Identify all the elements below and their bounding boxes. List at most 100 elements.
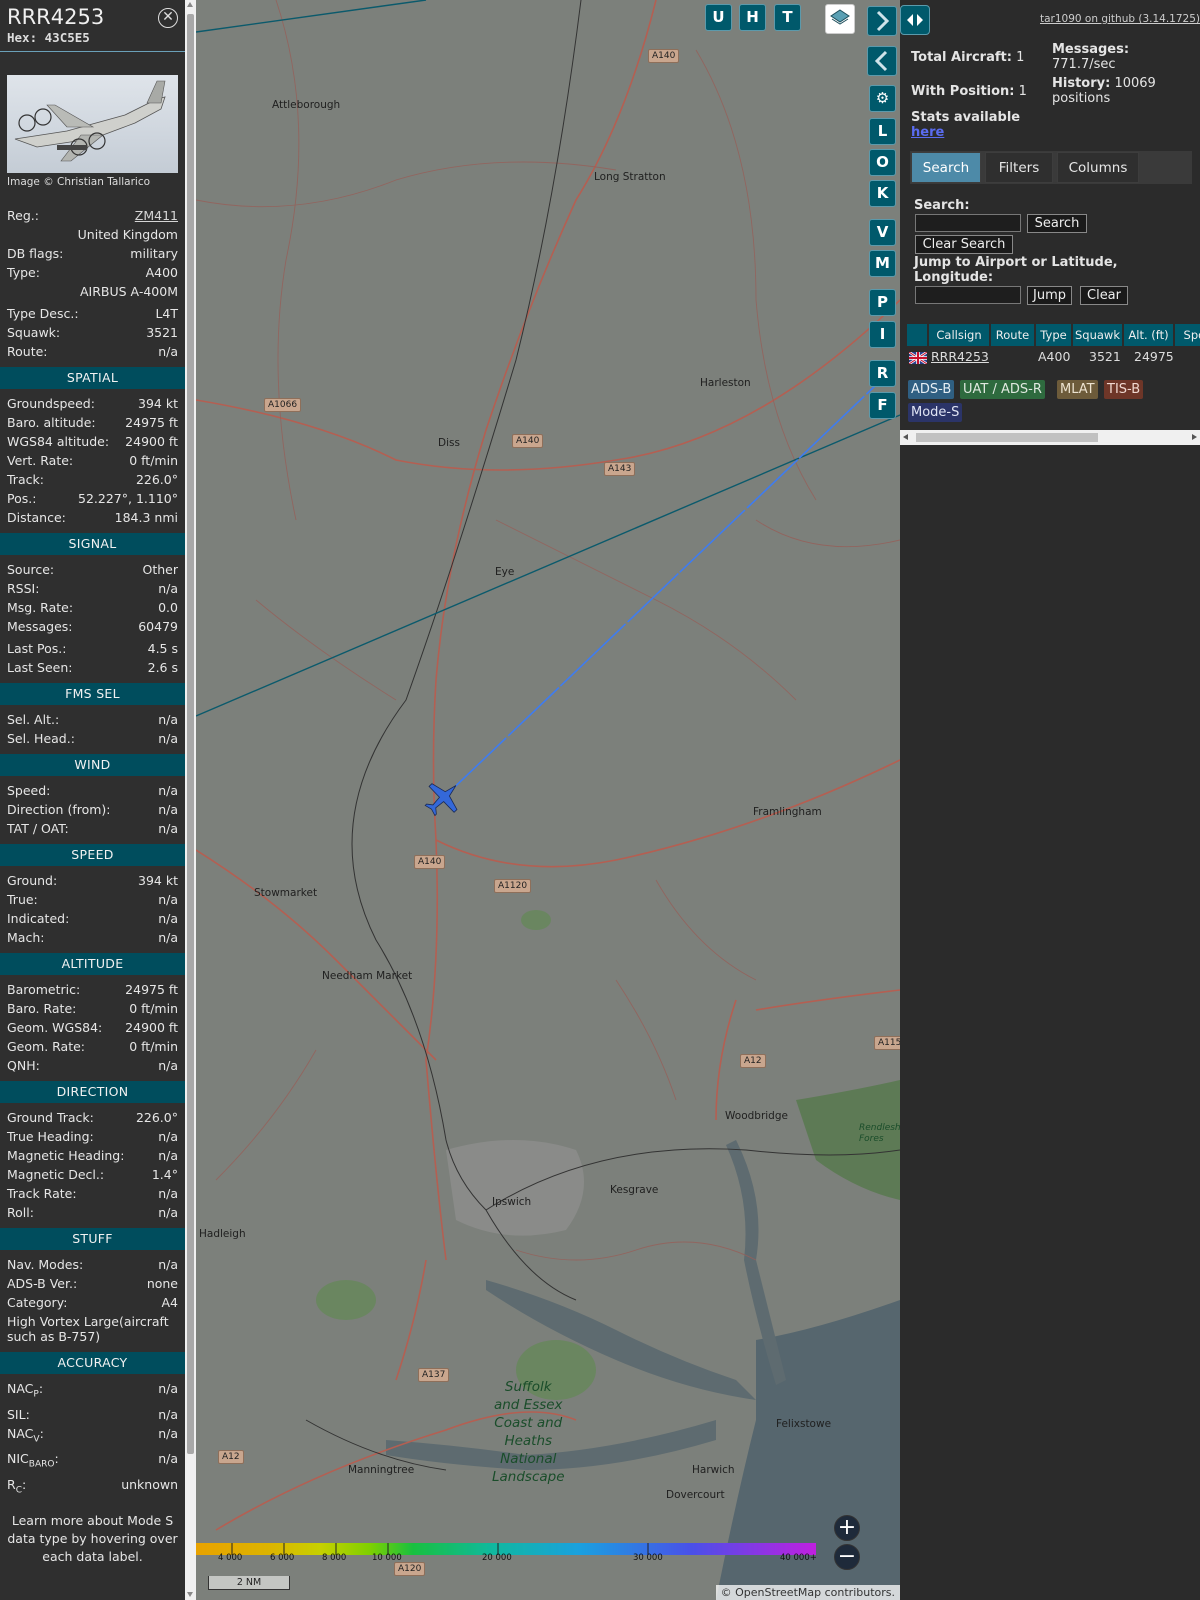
- tab-search[interactable]: Search: [911, 152, 981, 183]
- detail-label[interactable]: Geom. Rate:: [7, 1037, 85, 1056]
- scroll-thumb[interactable]: [187, 14, 194, 1454]
- detail-label[interactable]: ADS-B Ver.:: [7, 1274, 77, 1293]
- button-i[interactable]: I: [869, 321, 896, 348]
- expand-right-icon[interactable]: [867, 6, 897, 36]
- jump-button[interactable]: Jump: [1027, 286, 1072, 305]
- detail-label[interactable]: Route:: [7, 342, 48, 361]
- scroll-up-arrow-icon[interactable]: [187, 2, 193, 7]
- table-header-speed[interactable]: Spd: [1175, 324, 1200, 346]
- clear-search-button[interactable]: Clear Search: [915, 235, 1013, 254]
- layers-icon[interactable]: [825, 4, 855, 34]
- detail-label[interactable]: Sel. Alt.:: [7, 710, 59, 729]
- detail-label[interactable]: Speed:: [7, 781, 50, 800]
- button-v[interactable]: V: [869, 219, 896, 246]
- detail-label[interactable]: True:: [7, 890, 38, 909]
- detail-label[interactable]: Msg. Rate:: [7, 598, 73, 617]
- detail-label[interactable]: Pos.:: [7, 489, 36, 508]
- detail-label[interactable]: RC:: [7, 1475, 26, 1501]
- table-header-flag[interactable]: [907, 324, 928, 346]
- zoom-out-icon[interactable]: −: [834, 1544, 860, 1570]
- settings-gear-icon[interactable]: ⚙: [869, 85, 896, 112]
- detail-label[interactable]: Ground Track:: [7, 1108, 94, 1127]
- detail-label[interactable]: Roll:: [7, 1203, 34, 1222]
- clear-jump-button[interactable]: Clear: [1080, 286, 1128, 305]
- detail-label[interactable]: Track Rate:: [7, 1184, 77, 1203]
- detail-label[interactable]: Magnetic Decl.:: [7, 1165, 104, 1184]
- detail-label[interactable]: Category:: [7, 1293, 67, 1312]
- detail-label[interactable]: Direction (from):: [7, 800, 111, 819]
- map-view[interactable]: Attleborough Long Stratton Harleston Dis…: [196, 0, 900, 1600]
- table-header-callsign[interactable]: Callsign: [929, 324, 990, 346]
- detail-label[interactable]: Magnetic Heading:: [7, 1146, 124, 1165]
- detail-label[interactable]: Squawk:: [7, 323, 60, 342]
- detail-label[interactable]: Baro. altitude:: [7, 413, 96, 432]
- source-uat[interactable]: UAT / ADS-R: [960, 380, 1045, 399]
- source-adsb[interactable]: ADS-B: [908, 380, 955, 399]
- table-header-route[interactable]: Route: [991, 324, 1035, 346]
- detail-label[interactable]: Type Desc.:: [7, 304, 79, 323]
- detail-label[interactable]: Vert. Rate:: [7, 451, 73, 470]
- detail-label[interactable]: QNH:: [7, 1056, 40, 1075]
- detail-label[interactable]: Ground:: [7, 871, 57, 890]
- collapse-left-icon[interactable]: [867, 46, 897, 76]
- detail-label[interactable]: TAT / OAT:: [7, 819, 69, 838]
- detail-label[interactable]: NICBARO:: [7, 1449, 59, 1475]
- source-modes[interactable]: Mode-S: [908, 403, 963, 422]
- stats-here-link[interactable]: here: [911, 125, 944, 140]
- table-header-squawk[interactable]: Squawk: [1073, 324, 1123, 346]
- detail-label[interactable]: NACV:: [7, 1424, 44, 1450]
- scroll-right-arrow-icon[interactable]: [1192, 434, 1197, 440]
- toggle-sidebar-icon[interactable]: [900, 5, 930, 35]
- detail-label[interactable]: Mach:: [7, 928, 44, 947]
- detail-label[interactable]: Indicated:: [7, 909, 69, 928]
- button-m[interactable]: M: [869, 250, 896, 277]
- detail-label[interactable]: Messages:: [7, 617, 73, 636]
- search-input[interactable]: [915, 214, 1021, 232]
- table-header-type[interactable]: Type: [1036, 324, 1072, 346]
- source-mlat[interactable]: MLAT: [1057, 380, 1098, 399]
- detail-label[interactable]: High Vortex Large(aircraft such as B-757…: [7, 1314, 178, 1344]
- button-o[interactable]: O: [869, 149, 896, 176]
- zoom-in-icon[interactable]: +: [834, 1515, 860, 1541]
- detail-label[interactable]: Groundspeed:: [7, 394, 95, 413]
- detail-label[interactable]: Baro. Rate:: [7, 999, 76, 1018]
- github-link[interactable]: tar1090 on github (3.14.1725): [1040, 13, 1200, 25]
- aircraft-photo[interactable]: [7, 75, 178, 173]
- detail-label[interactable]: Reg.:: [7, 206, 39, 225]
- detail-label[interactable]: Source:: [7, 560, 54, 579]
- table-horizontal-scrollbar[interactable]: [900, 430, 1200, 445]
- source-tisb[interactable]: TIS-B: [1104, 380, 1144, 399]
- detail-label[interactable]: WGS84 altitude:: [7, 432, 109, 451]
- detail-label[interactable]: RSSI:: [7, 579, 39, 598]
- detail-label[interactable]: Last Pos.:: [7, 639, 66, 658]
- tab-filters[interactable]: Filters: [985, 152, 1053, 183]
- detail-label[interactable]: SIL:: [7, 1405, 30, 1424]
- detail-label[interactable]: Nav. Modes:: [7, 1255, 83, 1274]
- button-h[interactable]: H: [739, 4, 766, 31]
- button-u[interactable]: U: [705, 4, 732, 31]
- jump-input[interactable]: [915, 286, 1021, 304]
- button-k[interactable]: K: [869, 180, 896, 207]
- hscroll-thumb[interactable]: [916, 433, 1098, 442]
- button-t[interactable]: T: [774, 4, 801, 31]
- registration-link[interactable]: ZM411: [135, 206, 178, 225]
- detail-label[interactable]: Barometric:: [7, 980, 80, 999]
- button-r[interactable]: R: [869, 360, 896, 387]
- button-f[interactable]: F: [869, 392, 896, 419]
- detail-label[interactable]: DB flags:: [7, 244, 63, 263]
- search-button[interactable]: Search: [1027, 214, 1087, 233]
- tab-columns[interactable]: Columns: [1057, 152, 1139, 183]
- table-header-alt[interactable]: Alt. (ft): [1124, 324, 1174, 346]
- detail-label[interactable]: Distance:: [7, 508, 66, 527]
- detail-label[interactable]: Track:: [7, 470, 44, 489]
- detail-label[interactable]: NACP:: [7, 1379, 43, 1405]
- detail-label[interactable]: Type:: [7, 263, 40, 282]
- info-panel-scrollbar[interactable]: [185, 0, 196, 1600]
- button-l[interactable]: L: [869, 118, 896, 145]
- openstreetmap-link[interactable]: OpenStreetMap: [735, 1586, 821, 1599]
- close-icon[interactable]: ✕: [158, 8, 178, 28]
- row-callsign[interactable]: RRR4253: [931, 348, 989, 366]
- scroll-left-arrow-icon[interactable]: [903, 434, 908, 440]
- button-p[interactable]: P: [869, 289, 896, 316]
- detail-label[interactable]: Sel. Head.:: [7, 729, 75, 748]
